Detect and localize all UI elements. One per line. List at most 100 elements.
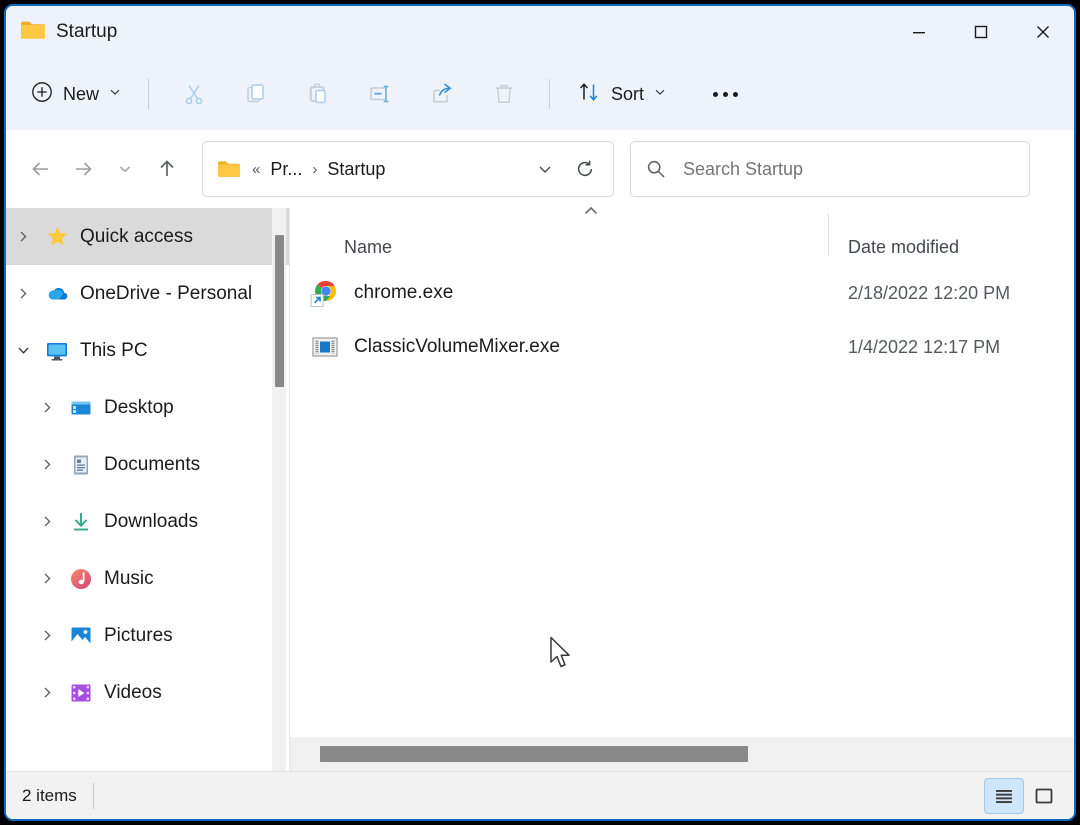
search-icon <box>645 158 667 180</box>
copy-button[interactable] <box>231 72 281 116</box>
file-name-cell: ClassicVolumeMixer.exe <box>290 332 828 362</box>
new-button[interactable]: New <box>20 74 134 115</box>
search-box[interactable] <box>630 141 1030 197</box>
title-bar: Startup <box>6 6 1074 58</box>
column-header-date-modified[interactable]: Date modified <box>828 237 1074 258</box>
rename-button[interactable] <box>355 72 405 116</box>
chevron-right-icon[interactable] <box>30 457 64 472</box>
file-date-modified: 1/4/2022 12:17 PM <box>848 336 1001 357</box>
close-button[interactable] <box>1012 6 1074 58</box>
search-input[interactable] <box>681 157 1015 181</box>
table-row[interactable]: ClassicVolumeMixer.exe 1/4/2022 12:17 PM <box>290 320 1074 374</box>
status-bar: 2 items <box>6 771 1074 819</box>
delete-button[interactable] <box>479 72 529 116</box>
sidebar-item-downloads[interactable]: Downloads <box>6 493 290 550</box>
arrow-right-icon <box>76 162 92 176</box>
plus-circle-icon <box>30 80 54 109</box>
documents-icon <box>64 452 98 478</box>
file-list-pane: Name Date modified chrome.exe 2/18/2022 … <box>290 206 1074 771</box>
navigation-pane-scrollbar[interactable] <box>272 208 286 771</box>
breadcrumb-overflow[interactable]: « <box>249 161 263 178</box>
large-icons-view-icon <box>1035 788 1053 803</box>
chevron-down-icon <box>120 166 130 173</box>
file-list-horizontal-scrollbar[interactable] <box>290 737 1074 771</box>
title-bar-left: Startup <box>6 19 117 46</box>
chevron-down-icon <box>108 85 122 104</box>
file-name: chrome.exe <box>354 282 454 303</box>
sidebar-item-label: Videos <box>104 681 162 703</box>
sidebar-item-label: Pictures <box>104 624 173 646</box>
sidebar-item-label: Downloads <box>104 510 198 532</box>
clipboard-icon <box>309 83 326 104</box>
cut-button[interactable] <box>169 72 219 116</box>
file-name-cell: chrome.exe <box>290 278 828 308</box>
minimize-button[interactable] <box>888 6 950 58</box>
sidebar-item-desktop[interactable]: Desktop <box>6 379 290 436</box>
column-header-name[interactable]: Name <box>290 237 828 258</box>
maximize-icon <box>974 25 988 39</box>
file-list: chrome.exe 2/18/2022 12:20 PM ClassicVol… <box>290 266 1074 771</box>
address-dropdown-button[interactable] <box>525 149 565 189</box>
folder-icon <box>217 159 241 179</box>
desktop-icon <box>64 395 98 421</box>
chevron-down-icon[interactable] <box>6 343 40 358</box>
status-divider <box>92 782 94 809</box>
breadcrumb-item-current[interactable]: Startup <box>320 154 392 185</box>
table-row[interactable]: chrome.exe 2/18/2022 12:20 PM <box>290 266 1074 320</box>
refresh-button[interactable] <box>565 149 605 189</box>
chevron-right-icon[interactable] <box>30 685 64 700</box>
breadcrumb-separator: › <box>312 160 318 178</box>
sidebar-item-pictures[interactable]: Pictures <box>6 607 290 664</box>
up-button[interactable] <box>146 148 188 190</box>
sidebar-item-quick-access[interactable]: Quick access <box>6 208 290 265</box>
chevron-right-icon[interactable] <box>6 229 40 244</box>
application-window-icon <box>310 332 340 362</box>
chevron-up-icon <box>582 204 600 221</box>
chrome-shortcut-icon <box>310 278 340 308</box>
see-more-button[interactable] <box>701 72 749 116</box>
navigation-pane: Quick access OneDrive - Personal This PC… <box>6 208 290 771</box>
large-icons-view-button[interactable] <box>1024 778 1064 814</box>
onedrive-cloud-icon <box>40 281 74 307</box>
folder-icon <box>20 19 46 46</box>
arrow-up-icon <box>160 160 174 176</box>
share-button[interactable] <box>417 72 467 116</box>
details-view-button[interactable] <box>984 777 1024 814</box>
sidebar-item-label: Music <box>104 567 154 589</box>
sort-button[interactable]: Sort <box>564 73 679 116</box>
breadcrumb-item-parent[interactable]: Pr... <box>263 154 309 185</box>
chevron-down-icon <box>653 85 667 104</box>
column-divider[interactable] <box>828 214 829 256</box>
chevron-right-icon[interactable] <box>30 400 64 415</box>
window-controls <box>888 6 1074 58</box>
chevron-right-icon[interactable] <box>6 286 40 301</box>
copy-icon <box>247 84 264 103</box>
trash-icon <box>495 84 513 103</box>
sidebar-item-label: Quick access <box>80 225 193 247</box>
chevron-right-icon[interactable] <box>30 571 64 586</box>
recent-locations-button[interactable] <box>104 148 146 190</box>
window-title: Startup <box>56 21 118 42</box>
downloads-icon <box>64 509 98 535</box>
sidebar-item-onedrive[interactable]: OneDrive - Personal <box>6 265 290 322</box>
sidebar-item-label: Desktop <box>104 396 174 418</box>
file-date-modified: 2/18/2022 12:20 PM <box>848 282 1011 303</box>
chevron-right-icon[interactable] <box>30 628 64 643</box>
paste-button[interactable] <box>293 72 343 116</box>
sidebar-item-documents[interactable]: Documents <box>6 436 290 493</box>
sidebar-item-videos[interactable]: Videos <box>6 664 290 721</box>
navigation-pane-scrollbar-thumb[interactable] <box>275 235 284 387</box>
refresh-icon <box>577 160 593 177</box>
minimize-icon <box>913 32 925 34</box>
sidebar-item-music[interactable]: Music <box>6 550 290 607</box>
address-row: « Pr... › Startup <box>6 130 1074 208</box>
sidebar-item-label: OneDrive - Personal <box>80 282 253 304</box>
sidebar-item-this-pc[interactable]: This PC <box>6 322 290 379</box>
back-button[interactable] <box>20 148 62 190</box>
file-list-horizontal-scrollbar-thumb[interactable] <box>320 746 748 762</box>
monitor-icon <box>40 338 74 364</box>
forward-button[interactable] <box>62 148 104 190</box>
maximize-button[interactable] <box>950 6 1012 58</box>
chevron-right-icon[interactable] <box>30 514 64 529</box>
address-bar[interactable]: « Pr... › Startup <box>202 141 614 197</box>
